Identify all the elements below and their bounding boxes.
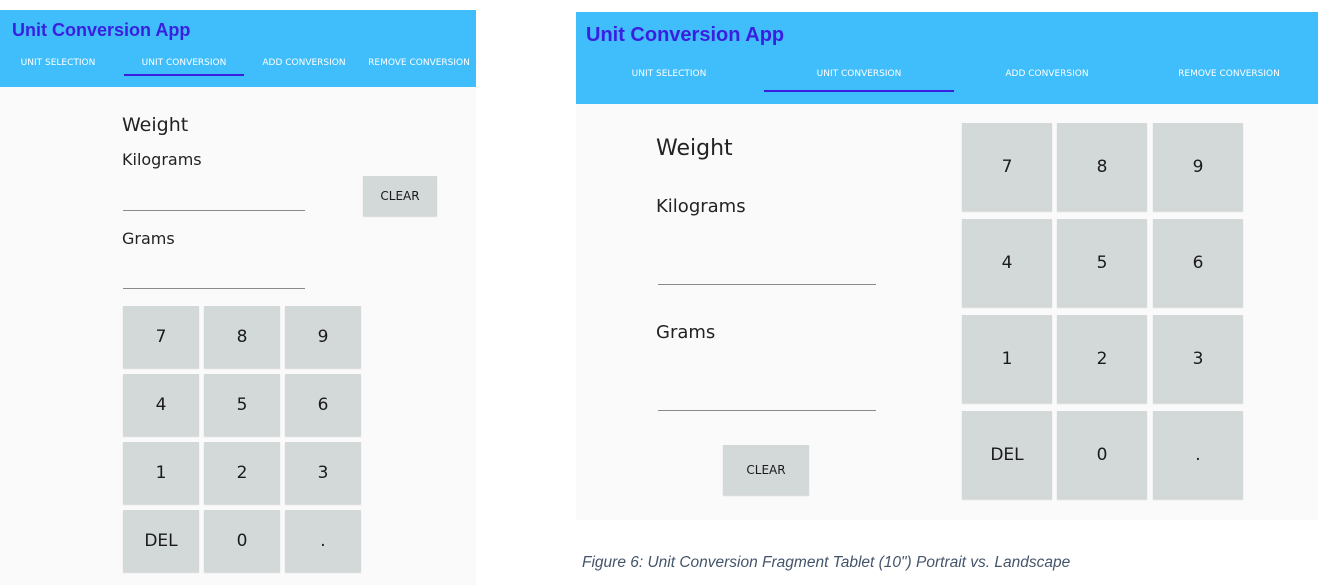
to-unit-label: Grams	[122, 229, 175, 248]
category-label: Weight	[656, 136, 733, 161]
category-label: Weight	[122, 114, 189, 136]
tab-unit-conversion[interactable]: UNIT CONVERSION	[124, 58, 244, 68]
app-bar: Unit Conversion App UNIT SELECTION UNIT …	[576, 12, 1318, 104]
key-6[interactable]: 6	[1153, 219, 1243, 307]
tab-add-conversion[interactable]: ADD CONVERSION	[954, 69, 1140, 79]
key-9[interactable]: 9	[285, 306, 361, 368]
tab-remove-conversion[interactable]: REMOVE CONVERSION	[1140, 69, 1318, 79]
key-4[interactable]: 4	[962, 219, 1052, 307]
tab-add-conversion[interactable]: ADD CONVERSION	[252, 58, 356, 68]
to-unit-label: Grams	[656, 322, 716, 343]
key-8[interactable]: 8	[1057, 123, 1147, 211]
tab-indicator	[764, 90, 954, 92]
key-0[interactable]: 0	[1057, 411, 1147, 499]
tab-indicator	[124, 74, 244, 76]
key-4[interactable]: 4	[123, 374, 199, 436]
to-value-input[interactable]	[658, 384, 876, 411]
from-unit-label: Kilograms	[122, 150, 202, 169]
app-title: Unit Conversion App	[12, 20, 191, 40]
from-unit-label: Kilograms	[656, 196, 746, 217]
key-1[interactable]: 1	[962, 315, 1052, 403]
from-value-input[interactable]	[658, 258, 876, 285]
tab-unit-selection[interactable]: UNIT SELECTION	[8, 58, 108, 68]
figure-caption: Figure 6: Unit Conversion Fragment Table…	[582, 554, 1071, 571]
tab-remove-conversion[interactable]: REMOVE CONVERSION	[362, 58, 476, 68]
key-5[interactable]: 5	[1057, 219, 1147, 307]
key-3[interactable]: 3	[285, 442, 361, 504]
key-6[interactable]: 6	[285, 374, 361, 436]
tab-unit-selection[interactable]: UNIT SELECTION	[576, 69, 762, 79]
app-title: Unit Conversion App	[586, 24, 785, 46]
app-bar: Unit Conversion App UNIT SELECTION UNIT …	[0, 10, 476, 87]
key-7[interactable]: 7	[962, 123, 1052, 211]
key-del[interactable]: DEL	[123, 510, 199, 572]
key-5[interactable]: 5	[204, 374, 280, 436]
key-1[interactable]: 1	[123, 442, 199, 504]
from-value-input[interactable]	[123, 188, 305, 211]
portrait-screen: Unit Conversion App UNIT SELECTION UNIT …	[0, 10, 476, 585]
key-8[interactable]: 8	[204, 306, 280, 368]
key-9[interactable]: 9	[1153, 123, 1243, 211]
clear-button[interactable]: CLEAR	[363, 176, 437, 216]
key-7[interactable]: 7	[123, 306, 199, 368]
to-value-input[interactable]	[123, 266, 305, 289]
landscape-screen: Unit Conversion App UNIT SELECTION UNIT …	[576, 12, 1318, 520]
key-2[interactable]: 2	[204, 442, 280, 504]
key-0[interactable]: 0	[204, 510, 280, 572]
key-decimal[interactable]: .	[1153, 411, 1243, 499]
clear-button[interactable]: CLEAR	[723, 445, 809, 495]
key-3[interactable]: 3	[1153, 315, 1243, 403]
key-del[interactable]: DEL	[962, 411, 1052, 499]
tab-unit-conversion[interactable]: UNIT CONVERSION	[764, 69, 954, 79]
key-2[interactable]: 2	[1057, 315, 1147, 403]
key-decimal[interactable]: .	[285, 510, 361, 572]
